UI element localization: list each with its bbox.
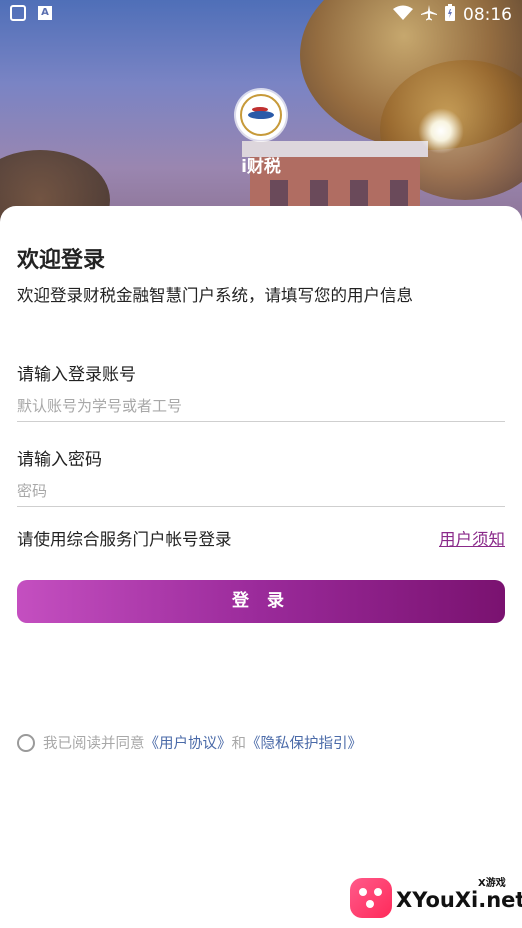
wifi-icon [393,5,413,25]
welcome-subtitle: 欢迎登录财税金融智慧门户系统，请填写您的用户信息 [17,286,413,305]
gamepad-icon [350,878,392,918]
airplane-icon [421,4,437,25]
account-input[interactable] [17,391,505,422]
agreement-radio[interactable] [17,733,35,752]
watermark-text: XYouXi.net [396,888,522,912]
login-hint: 请使用综合服务门户帐号登录 [17,530,232,549]
welcome-title: 欢迎登录 [17,248,106,273]
watermark-small-text: X游戏 [478,878,506,889]
login-button[interactable]: 登 录 [17,580,505,623]
status-bar: A 08:16 [0,0,522,30]
user-agreement-link[interactable]: 《用户协议》 [145,732,232,753]
sun-glare [418,108,464,154]
account-label: 请输入登录账号 [17,365,136,385]
agreement-row: 我已阅读并同意 《用户协议》 和 《隐私保护指引》 [17,732,362,753]
site-watermark: X游戏 XYouXi.net [350,870,522,928]
login-card: 欢迎登录 欢迎登录财税金融智慧门户系统，请填写您的用户信息 请输入登录账号 请输… [0,206,522,928]
notification-a-icon: A [38,6,52,20]
agreement-and: 和 [231,736,247,752]
password-input[interactable] [17,476,505,507]
school-logo [236,90,286,140]
user-notice-link[interactable]: 用户须知 [439,526,505,550]
status-time: 08:16 [463,4,512,25]
agreement-prefix: 我已阅读并同意 [43,736,145,752]
battery-icon [445,4,455,25]
notification-square-icon [10,5,26,21]
privacy-policy-link[interactable]: 《隐私保护指引》 [246,732,362,753]
password-label: 请输入密码 [17,450,102,470]
app-name: i财税 [241,157,281,177]
